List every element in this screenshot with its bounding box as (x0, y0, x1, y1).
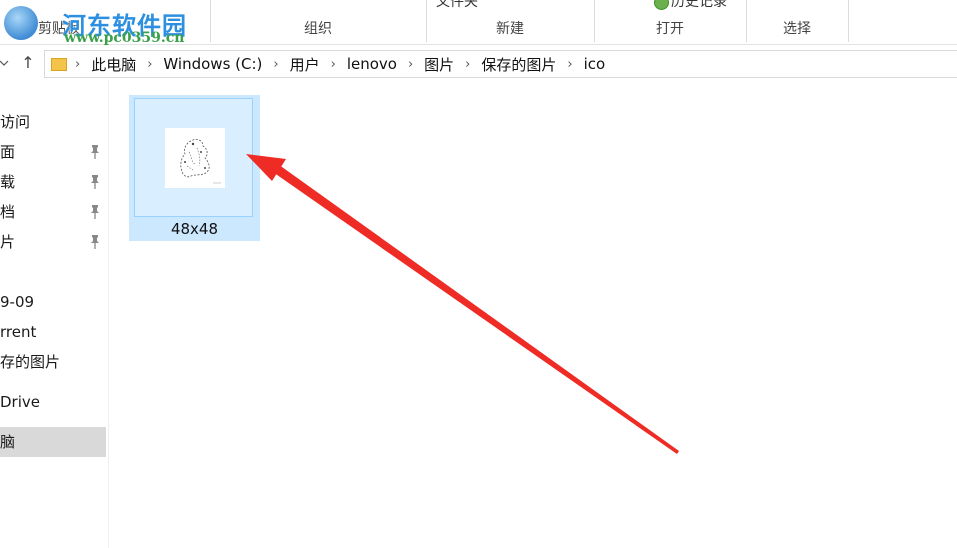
sidebar-item-current[interactable]: rrent (0, 317, 106, 347)
chevron-right-icon[interactable]: › (399, 57, 422, 72)
chevron-right-icon[interactable]: › (138, 57, 161, 72)
sidebar-item-label: 访问 (0, 113, 31, 131)
sidebar-item-pictures[interactable]: 片 (0, 227, 106, 257)
ribbon-group-label: 组织 (304, 21, 332, 37)
sidebar-item-saved-pictures[interactable]: 存的图片 (0, 347, 106, 377)
chevron-right-icon[interactable]: › (73, 57, 89, 72)
sidebar-item-label: 片 (0, 233, 16, 251)
chevron-right-icon[interactable]: › (322, 57, 345, 72)
history-icon (654, 0, 669, 10)
navigation-pane: 访问 面 载 档 片 9-09 rrent 存的图片 Drive 脑 (0, 80, 109, 548)
up-arrow-icon: ↑ (21, 53, 35, 72)
breadcrumb-saved-pictures[interactable]: 保存的图片 (479, 54, 558, 75)
watermark-url: www.pc0359.cn (64, 30, 185, 46)
address-bar[interactable]: › 此电脑 › Windows (C:) › 用户 › lenovo › 图片 … (44, 50, 957, 78)
sidebar-item-label: 档 (0, 203, 16, 221)
chevron-right-icon[interactable]: › (456, 57, 479, 72)
ribbon-group-new[interactable]: 文件夹 新建 (426, 0, 595, 42)
sidebar-item-desktop[interactable]: 面 (0, 137, 106, 167)
new-folder-button[interactable]: 文件夹 (436, 0, 478, 11)
ribbon-group-open[interactable]: 历史记录 打开 (594, 0, 747, 42)
sidebar-item-label: rrent (0, 323, 37, 341)
file-item[interactable]: 48x48 (129, 95, 260, 241)
history-button[interactable]: 历史记录 (654, 0, 727, 11)
sidebar-item-onedrive[interactable]: Drive (0, 387, 106, 417)
sidebar-item-label: Drive (0, 393, 40, 411)
sidebar-item-label: 脑 (0, 433, 16, 451)
pin-icon[interactable] (88, 174, 102, 190)
file-thumbnail-frame (134, 98, 253, 217)
chevron-right-icon[interactable]: › (558, 57, 581, 72)
sidebar-item-documents[interactable]: 档 (0, 197, 106, 227)
file-name: 48x48 (170, 220, 219, 238)
sidebar-item-label: 载 (0, 173, 16, 191)
sidebar-item-downloads[interactable]: 载 (0, 167, 106, 197)
sidebar-item-label: 面 (0, 143, 16, 161)
breadcrumb-pictures[interactable]: 图片 (422, 54, 456, 75)
ribbon-group-label: 新建 (496, 21, 524, 37)
globe-logo-icon (4, 6, 38, 40)
watermark-logo: 河东软件园 www.pc0359.cn (2, 4, 207, 46)
ribbon-group-label: 选择 (783, 21, 811, 37)
navigation-bar: ↑ › 此电脑 › Windows (C:) › 用户 › lenovo › 图… (0, 48, 957, 80)
history-label: 历史记录 (671, 0, 727, 10)
sketch-thumbnail-icon (180, 138, 221, 184)
ribbon-group-organize[interactable]: 组织 (210, 0, 427, 42)
folder-icon (51, 57, 67, 71)
breadcrumb-lenovo[interactable]: lenovo (345, 55, 399, 73)
pin-icon[interactable] (88, 234, 102, 250)
pin-icon[interactable] (88, 144, 102, 160)
sidebar-item-label: 9-09 (0, 293, 35, 311)
ribbon-group-select[interactable]: 选择 (746, 0, 849, 42)
breadcrumb-ico[interactable]: ico (582, 55, 608, 73)
recent-locations-chevron-icon[interactable] (0, 48, 10, 78)
image-thumbnail (165, 128, 225, 188)
breadcrumb-users[interactable]: 用户 (288, 54, 322, 75)
sidebar-item-label: 存的图片 (0, 353, 61, 371)
ribbon-group-label: 打开 (656, 21, 684, 37)
sidebar-item-this-pc[interactable]: 脑 (0, 427, 106, 457)
sidebar-item-folder-0909[interactable]: 9-09 (0, 287, 106, 317)
pin-icon[interactable] (88, 204, 102, 220)
breadcrumb-drive-c[interactable]: Windows (C:) (161, 55, 264, 73)
up-button[interactable]: ↑ (18, 48, 38, 78)
file-list[interactable]: 48x48 (110, 80, 957, 548)
chevron-right-icon[interactable]: › (264, 57, 287, 72)
sidebar-item-quick-access[interactable]: 访问 (0, 107, 106, 137)
breadcrumb-this-pc[interactable]: 此电脑 (89, 54, 138, 75)
